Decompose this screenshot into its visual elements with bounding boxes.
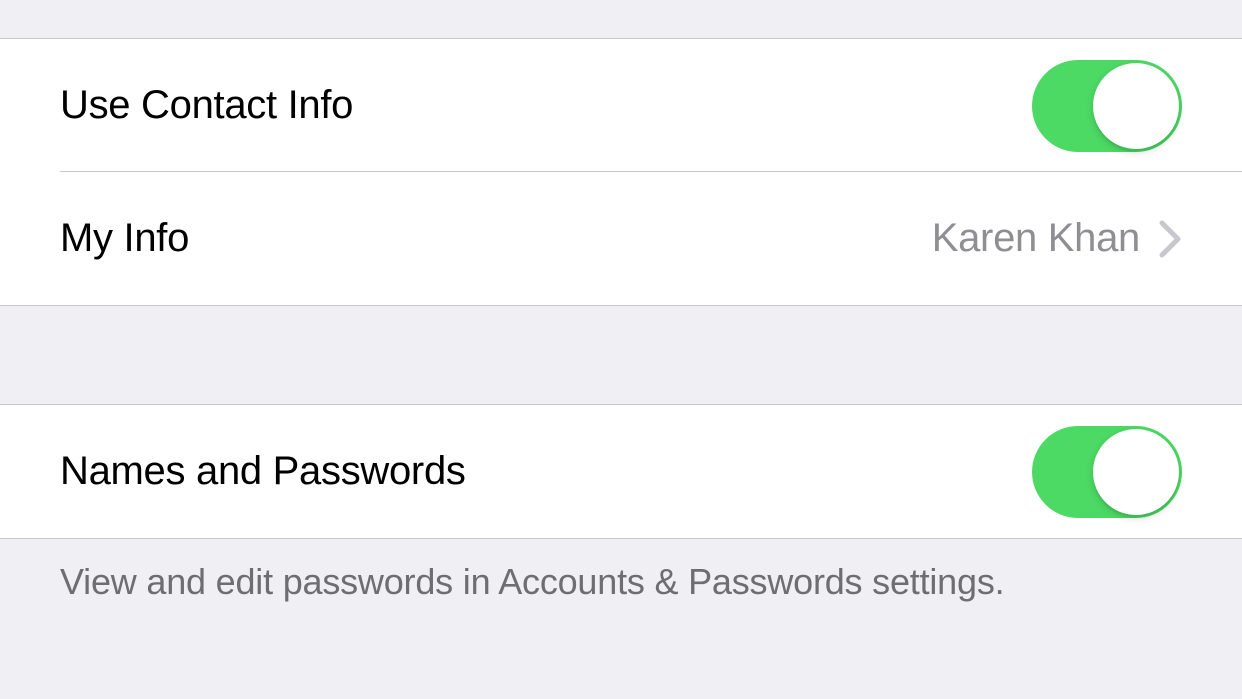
section-gap [0,305,1242,405]
names-and-passwords-label: Names and Passwords [60,449,1032,494]
my-info-label: My Info [60,216,932,261]
use-contact-info-toggle[interactable] [1032,60,1182,152]
toggle-knob [1093,429,1179,515]
my-info-row[interactable]: My Info Karen Khan [0,172,1242,305]
section-footer-text: View and edit passwords in Accounts & Pa… [0,538,1242,688]
my-info-value: Karen Khan [932,216,1140,261]
chevron-right-icon [1158,219,1182,259]
section-gap [0,0,1242,39]
names-and-passwords-toggle[interactable] [1032,426,1182,518]
use-contact-info-label: Use Contact Info [60,83,1032,128]
names-and-passwords-row: Names and Passwords [0,405,1242,538]
use-contact-info-row: Use Contact Info [0,39,1242,172]
toggle-knob [1093,63,1179,149]
